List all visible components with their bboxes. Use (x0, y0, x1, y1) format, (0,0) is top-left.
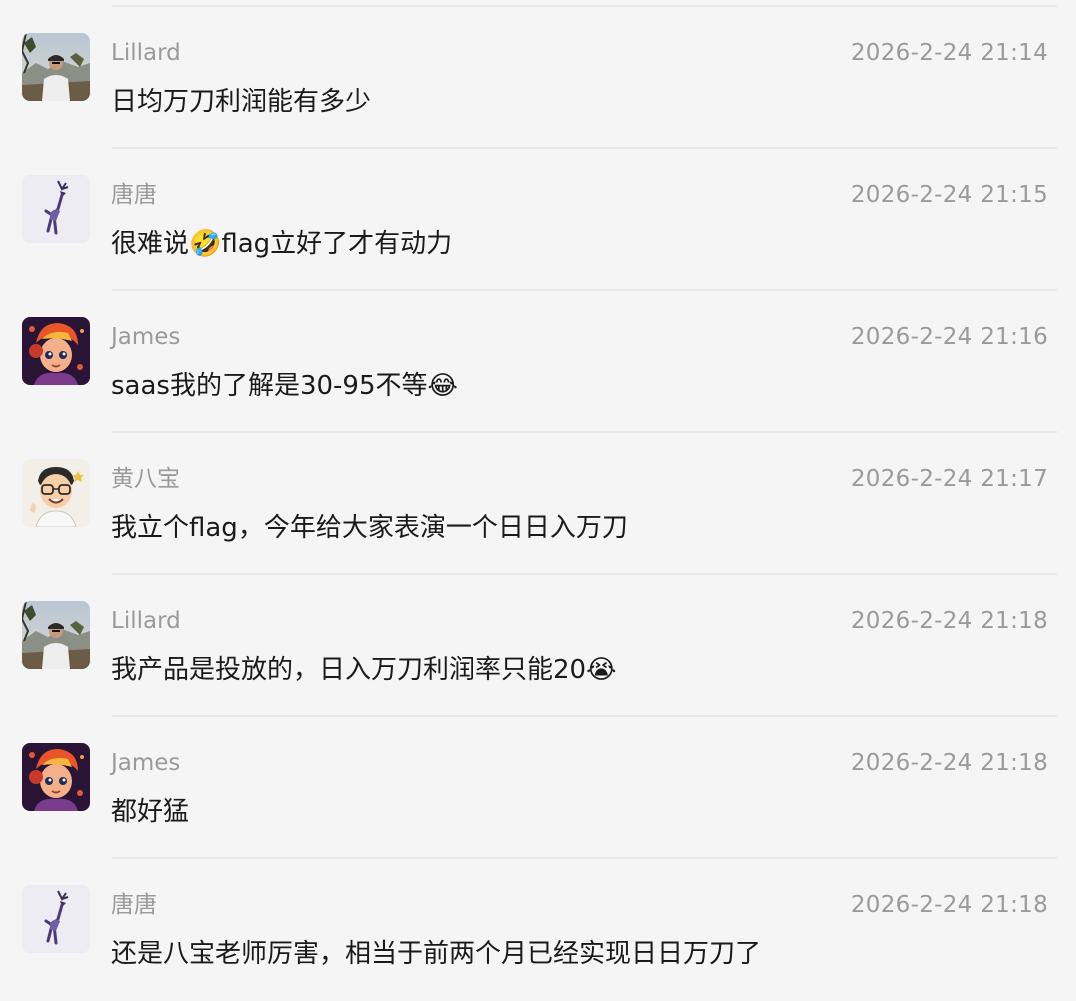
chat-message: 唐唐 2026-2-24 21:18 还是八宝老师厉害，相当于前两个月已经实现日… (0, 859, 1076, 1001)
sender-name[interactable]: 黄八宝 (111, 465, 180, 493)
avatar[interactable] (22, 175, 90, 243)
message-text: 很难说🤣flag立好了才有动力 (111, 229, 453, 259)
message-timestamp: 2026-2-24 21:18 (850, 750, 1048, 776)
message-timestamp: 2026-2-24 21:15 (850, 182, 1048, 208)
message-timestamp: 2026-2-24 21:14 (850, 40, 1048, 66)
avatar[interactable] (22, 885, 90, 953)
chat-message: 黄八宝 2026-2-24 21:17 我立个flag，今年给大家表演一个日日入… (0, 433, 1076, 575)
message-text: 都好猛 (111, 797, 190, 827)
avatar[interactable] (22, 743, 90, 811)
sender-name[interactable]: 唐唐 (111, 181, 157, 209)
message-text: 我立个flag，今年给大家表演一个日日入万刀 (111, 513, 628, 543)
sender-name[interactable]: Lillard (111, 607, 181, 635)
avatar[interactable] (22, 601, 90, 669)
avatar[interactable] (22, 33, 90, 101)
sender-name[interactable]: 唐唐 (111, 891, 157, 919)
message-text: 日均万刀利润能有多少 (111, 87, 372, 117)
chat-message: 唐唐 2026-2-24 21:15 很难说🤣flag立好了才有动力 (0, 149, 1076, 291)
deer-art-icon (22, 175, 90, 243)
chat-message-list: Lillard 2026-2-24 21:14 日均万刀利润能有多少 唐唐 20… (0, 0, 1076, 998)
cartoon-man-icon (22, 459, 90, 527)
avatar[interactable] (22, 317, 90, 385)
mountain-photo-icon (22, 33, 90, 101)
chat-message: James 2026-2-24 21:18 都好猛 (0, 717, 1076, 859)
anime-character-icon (22, 317, 90, 385)
message-timestamp: 2026-2-24 21:18 (850, 892, 1048, 918)
avatar[interactable] (22, 459, 90, 527)
anime-character-icon (22, 743, 90, 811)
message-text: 我产品是投放的，日入万刀利润率只能20😭 (111, 655, 617, 685)
message-timestamp: 2026-2-24 21:16 (850, 324, 1048, 350)
message-text: saas我的了解是30-95不等😂 (111, 371, 458, 401)
deer-art-icon (22, 885, 90, 953)
message-timestamp: 2026-2-24 21:17 (850, 466, 1048, 492)
message-timestamp: 2026-2-24 21:18 (850, 608, 1048, 634)
sender-name[interactable]: Lillard (111, 39, 181, 67)
message-text: 还是八宝老师厉害，相当于前两个月已经实现日日万刀了 (111, 939, 762, 969)
sender-name[interactable]: James (111, 323, 180, 351)
mountain-photo-icon (22, 601, 90, 669)
sender-name[interactable]: James (111, 749, 180, 777)
chat-message: Lillard 2026-2-24 21:14 日均万刀利润能有多少 (0, 7, 1076, 149)
chat-message: Lillard 2026-2-24 21:18 我产品是投放的，日入万刀利润率只… (0, 575, 1076, 717)
chat-message: James 2026-2-24 21:16 saas我的了解是30-95不等😂 (0, 291, 1076, 433)
